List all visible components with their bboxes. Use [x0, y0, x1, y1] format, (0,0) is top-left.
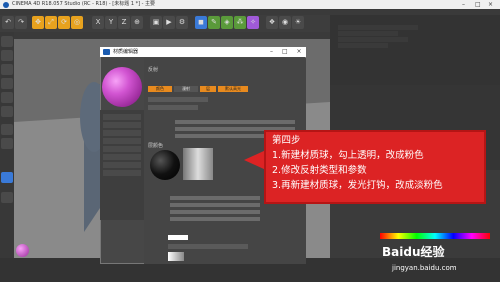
viewport-header [14, 32, 330, 39]
make-editable-icon[interactable] [1, 36, 13, 47]
channel-item[interactable] [103, 154, 141, 160]
dialog-maximize-icon[interactable]: □ [282, 47, 288, 57]
close-icon[interactable]: × [488, 0, 493, 9]
param-slider[interactable] [170, 203, 260, 207]
sculpt-icon[interactable] [1, 172, 13, 183]
layer-field[interactable] [148, 105, 198, 110]
minimize-icon[interactable]: – [462, 0, 465, 9]
baidu-logo: Baidu经验 [382, 245, 445, 259]
tab-color[interactable]: 颜色 [148, 86, 172, 92]
annotation-step-title: 第四步 [272, 135, 301, 146]
tree-item[interactable] [338, 31, 398, 36]
channel-item[interactable] [103, 146, 141, 152]
param-slider[interactable] [170, 210, 260, 214]
channel-item[interactable] [103, 170, 141, 176]
points-mode-icon[interactable] [1, 78, 13, 89]
z-axis-icon[interactable]: Z [118, 16, 130, 29]
y-axis-icon[interactable]: Y [105, 16, 117, 29]
left-toolbar [0, 32, 14, 260]
coordinate-icon[interactable]: ⊕ [131, 16, 143, 29]
render-settings-icon[interactable]: ⚙ [176, 16, 188, 29]
tree-item[interactable] [338, 37, 408, 42]
dialog-close-icon[interactable]: × [292, 47, 306, 57]
model-mode-icon[interactable] [1, 50, 13, 61]
channel-item[interactable] [103, 130, 141, 136]
snap-icon[interactable] [1, 124, 13, 135]
channel-item[interactable] [103, 162, 141, 168]
redo-icon[interactable]: ↷ [15, 16, 27, 29]
light-icon[interactable]: ☀ [292, 16, 304, 29]
texture-preview [183, 148, 213, 180]
material-thumbnail[interactable] [16, 244, 29, 257]
x-axis-icon[interactable]: X [92, 16, 104, 29]
magnet-icon[interactable] [1, 192, 13, 203]
window-title: CINEMA 4D R18.057 Studio (RC - R18) - [未… [12, 1, 156, 7]
tree-item[interactable] [338, 43, 388, 48]
param-slider[interactable] [170, 217, 260, 221]
window-titlebar: CINEMA 4D R18.057 Studio (RC - R18) - [未… [0, 0, 500, 9]
texture-field[interactable] [168, 244, 248, 249]
tab-diffuse[interactable]: 漫射 [174, 86, 198, 92]
pen-icon[interactable]: ✎ [208, 16, 220, 29]
app-logo-icon [3, 2, 9, 8]
channel-item[interactable] [103, 138, 141, 144]
camera-icon[interactable]: ◉ [279, 16, 291, 29]
move-icon[interactable]: ✥ [32, 16, 44, 29]
select-icon[interactable]: ◎ [71, 16, 83, 29]
c4d-icon [103, 49, 110, 55]
param-slider[interactable] [170, 196, 260, 200]
maximize-icon[interactable]: □ [475, 0, 481, 9]
color-swatch[interactable] [168, 235, 188, 240]
texture-mode-icon[interactable] [1, 64, 13, 75]
subdivide-icon[interactable]: ◈ [221, 16, 233, 29]
array-icon[interactable]: ⁂ [234, 16, 246, 29]
annotation-line-1: 1.新建材质球，勾上透明，改成粉色 [272, 150, 424, 161]
layer-field[interactable] [148, 97, 208, 102]
tab-layer[interactable]: 层 [200, 86, 216, 92]
scene-icon[interactable]: ❖ [266, 16, 278, 29]
reflect-label: 反射 [148, 67, 159, 73]
annotation-pointer [244, 150, 266, 170]
render-icon[interactable]: ▣ [150, 16, 162, 29]
scale-icon[interactable]: ⤢ [45, 16, 57, 29]
main-toolbar: ↶ ↷ ✥ ⤢ ⟳ ◎ X Y Z ⊕ ▣ ▶ ⚙ ◼ ✎ ◈ ⁂ ✧ ❖ ◉ … [0, 15, 330, 32]
axis-lock-icon[interactable] [1, 138, 13, 149]
edges-mode-icon[interactable] [1, 92, 13, 103]
polygons-mode-icon[interactable] [1, 106, 13, 117]
layer-preview-sphere [150, 150, 180, 180]
channel-item[interactable] [103, 114, 141, 120]
dialog-minimize-icon[interactable]: – [270, 47, 273, 57]
channel-item[interactable] [103, 122, 141, 128]
color-spectrum[interactable] [380, 233, 490, 239]
watermark-url: jingyan.baidu.com [392, 264, 457, 272]
cube-icon[interactable]: ◼ [195, 16, 207, 29]
material-preview-sphere[interactable] [102, 67, 142, 107]
annotation-line-2: 2.修改反射类型和参数 [272, 165, 367, 176]
dialog-titlebar: 材质编辑器 [100, 47, 306, 57]
rotate-icon[interactable]: ⟳ [58, 16, 70, 29]
tab-default-specular[interactable]: 默认高光 [218, 86, 248, 92]
render-view-icon[interactable]: ▶ [163, 16, 175, 29]
dialog-title: 材质编辑器 [113, 49, 139, 55]
deformer-icon[interactable]: ✧ [247, 16, 259, 29]
param-slider[interactable] [175, 120, 295, 124]
tree-item[interactable] [338, 25, 418, 30]
texture-swatch[interactable] [168, 252, 184, 261]
undo-icon[interactable]: ↶ [2, 16, 14, 29]
annotation-line-3: 3.再新建材质球，发光打钩，改成淡粉色 [272, 180, 443, 191]
layer-color-label: 层颜色 [148, 143, 164, 149]
